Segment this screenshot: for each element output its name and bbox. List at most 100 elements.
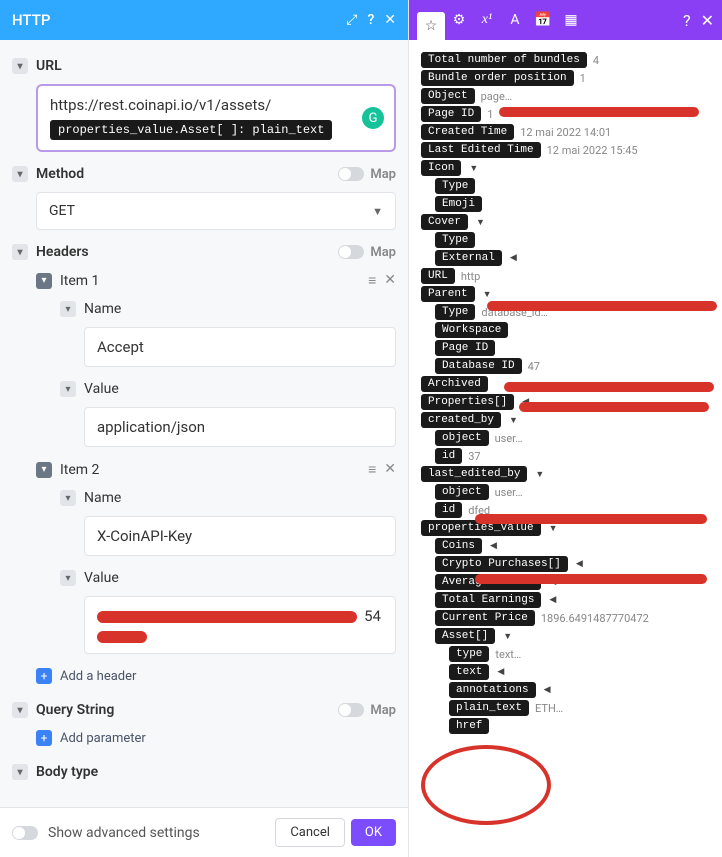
query-section-head[interactable]: ▾ Query String Map: [12, 696, 396, 724]
header2-value-input[interactable]: 54: [84, 596, 396, 654]
header1-name-input[interactable]: Accept: [84, 327, 396, 367]
tree-key[interactable]: Workspace: [435, 322, 508, 338]
inspector-tabs: ☆ ⚙ x¹ A 📅 ▦ ? ✕: [409, 0, 722, 40]
tree-val: 4: [593, 54, 599, 67]
tab-grid[interactable]: ▦: [557, 6, 585, 34]
chevron-down-icon[interactable]: ▼: [535, 469, 544, 480]
chevron-down-icon: ▾: [60, 490, 76, 506]
tree-key[interactable]: Asset[]: [435, 628, 495, 644]
body-section-head[interactable]: ▾ Body type: [12, 758, 396, 786]
tree-key[interactable]: Page ID: [435, 340, 495, 356]
name-row: ▾ Name: [12, 295, 396, 323]
grammarly-icon[interactable]: G: [362, 107, 384, 129]
chevron-down-icon[interactable]: ▼: [476, 217, 485, 228]
tree-key[interactable]: Page ID: [421, 106, 481, 122]
tree-key[interactable]: object: [435, 430, 489, 446]
data-tree[interactable]: Total number of bundles 4 Bundle order po…: [409, 40, 722, 857]
tree-key[interactable]: Emoji: [435, 196, 482, 212]
tree-key[interactable]: id: [435, 448, 462, 464]
help-icon[interactable]: ?: [683, 11, 691, 30]
tree-key[interactable]: href: [449, 718, 489, 734]
tree-key[interactable]: Current Price: [435, 610, 535, 626]
chevron-down-icon[interactable]: ▼: [509, 415, 518, 426]
tree-key[interactable]: id: [435, 502, 462, 518]
headers-section-head[interactable]: ▾ Headers Map: [12, 238, 396, 266]
remove-icon[interactable]: ✕: [384, 461, 396, 478]
item1-label: Item 1: [60, 273, 368, 289]
chevron-down-icon: ▾: [60, 381, 76, 397]
advanced-toggle[interactable]: [12, 826, 38, 840]
tree-key[interactable]: Properties[]: [421, 394, 514, 410]
tree-key[interactable]: Type: [435, 304, 475, 320]
method-section-head[interactable]: ▾ Method Map: [12, 160, 396, 188]
method-select[interactable]: GET ▼: [36, 192, 396, 230]
expand-icon[interactable]: ⤢: [346, 12, 357, 28]
tab-x1[interactable]: x¹: [473, 6, 501, 34]
tree-val: 37: [468, 450, 480, 463]
chevron-left-icon[interactable]: ◀: [576, 559, 583, 569]
tree-key[interactable]: type: [449, 646, 489, 662]
tab-text[interactable]: A: [501, 6, 529, 34]
tree-key[interactable]: Bundle order position: [421, 70, 574, 86]
map-toggle[interactable]: [338, 245, 364, 259]
chevron-left-icon[interactable]: ◀: [490, 541, 497, 551]
map-toggle[interactable]: [338, 167, 364, 181]
header-item-1[interactable]: ▾ Item 1 ≡ ✕: [12, 266, 396, 295]
tree-key[interactable]: Parent: [421, 286, 475, 302]
chevron-left-icon[interactable]: ◀: [544, 685, 551, 695]
chevron-down-icon[interactable]: ▼: [483, 289, 492, 300]
tree-key[interactable]: Type: [435, 178, 475, 194]
menu-icon[interactable]: ≡: [368, 272, 376, 289]
menu-icon[interactable]: ≡: [368, 461, 376, 478]
tree-val: http: [461, 270, 480, 283]
tab-gear[interactable]: ⚙: [445, 6, 473, 34]
tree-key[interactable]: Database ID: [435, 358, 522, 374]
method-value: GET: [49, 203, 372, 219]
tab-calendar[interactable]: 📅: [529, 6, 557, 34]
tree-key[interactable]: text: [449, 664, 489, 680]
plus-icon: +: [36, 668, 52, 684]
header2-name-input[interactable]: X-CoinAPI-Key: [84, 516, 396, 556]
help-icon[interactable]: ?: [367, 12, 374, 28]
cancel-button[interactable]: Cancel: [275, 818, 345, 847]
add-param-button[interactable]: + Add parameter: [12, 724, 396, 752]
close-icon[interactable]: ✕: [384, 12, 396, 28]
tree-key[interactable]: plain_text: [449, 700, 529, 716]
tree-key[interactable]: Last Edited Time: [421, 142, 541, 158]
tree-key[interactable]: Icon: [421, 160, 461, 176]
body-label: Body type: [36, 764, 98, 780]
tree-key[interactable]: object: [435, 484, 489, 500]
tree-key[interactable]: Object: [421, 88, 475, 104]
header-item-2[interactable]: ▾ Item 2 ≡ ✕: [12, 455, 396, 484]
url-section-head[interactable]: ▾ URL: [12, 52, 396, 80]
tree-key[interactable]: created_by: [421, 412, 501, 428]
chevron-down-icon: ▾: [12, 166, 28, 182]
chevron-left-icon[interactable]: ◀: [549, 595, 556, 605]
tree-key[interactable]: Coins: [435, 538, 482, 554]
mapped-pill[interactable]: properties_value.Asset[ ]: plain_text: [50, 120, 332, 140]
tree-key[interactable]: Created Time: [421, 124, 514, 140]
tree-key[interactable]: Type: [435, 232, 475, 248]
chevron-down-icon[interactable]: ▼: [503, 631, 512, 642]
close-icon[interactable]: ✕: [701, 11, 714, 30]
map-toggle[interactable]: [338, 703, 364, 717]
tree-key[interactable]: External: [435, 250, 502, 266]
tree-key[interactable]: Total number of bundles: [421, 52, 587, 68]
tab-star[interactable]: ☆: [417, 12, 445, 40]
header1-value-input[interactable]: application/json: [84, 407, 396, 447]
chevron-down-icon[interactable]: ▼: [469, 163, 478, 174]
url-input[interactable]: https://rest.coinapi.io/v1/assets/ prope…: [36, 84, 396, 152]
tree-key[interactable]: Cover: [421, 214, 468, 230]
tree-key[interactable]: Total Earnings: [435, 592, 541, 608]
ok-button[interactable]: OK: [351, 819, 396, 846]
tree-key[interactable]: last_edited_by: [421, 466, 527, 482]
remove-icon[interactable]: ✕: [384, 272, 396, 289]
tree-key[interactable]: annotations: [449, 682, 536, 698]
tree-key[interactable]: Crypto Purchases[]: [435, 556, 568, 572]
chevron-left-icon[interactable]: ◀: [497, 667, 504, 677]
tree-key[interactable]: URL: [421, 268, 455, 284]
chevron-left-icon[interactable]: ◀: [510, 253, 517, 263]
chevron-down-icon[interactable]: ▼: [549, 523, 558, 534]
add-header-button[interactable]: + Add a header: [12, 662, 396, 690]
tree-key[interactable]: Archived: [421, 376, 488, 392]
